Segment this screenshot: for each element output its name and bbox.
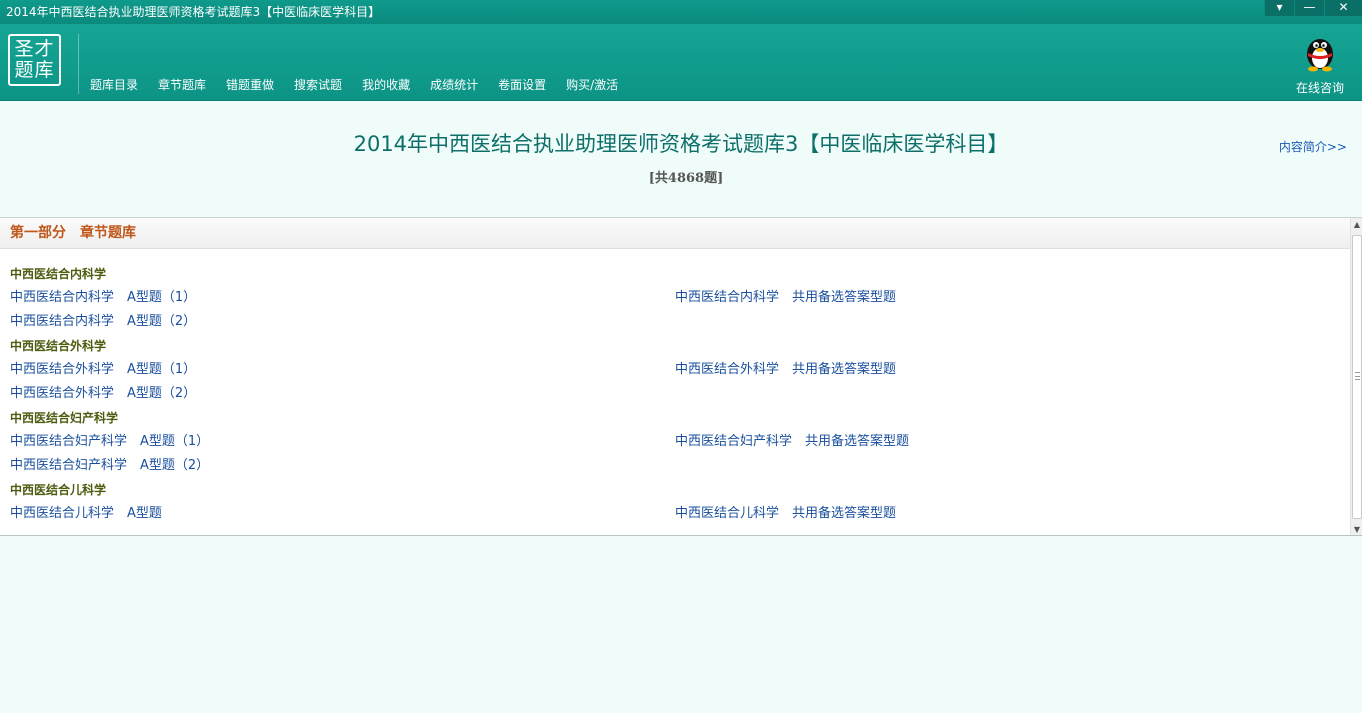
chapter-link[interactable]: 中西医结合外科学 共用备选答案型题 xyxy=(675,358,896,382)
main-toolbar: 圣才 题库 题库目录 章节题库 错题重做 搜索试题 我的收藏 成绩统计 卷面设置… xyxy=(0,24,1362,101)
close-button[interactable]: ✕ xyxy=(1324,0,1362,16)
chapter-link[interactable]: 中西医结合内科学 A型题（1） xyxy=(10,286,196,310)
section-name: 章节题库 xyxy=(80,225,136,241)
nav-item-chapters[interactable]: 章节题库 xyxy=(148,76,216,93)
chapter-link[interactable]: 中西医结合内科学 共用备选答案型题 xyxy=(675,286,896,310)
grip-icon xyxy=(1355,372,1360,380)
vertical-scrollbar[interactable]: ▲ ▼ xyxy=(1350,218,1362,535)
chapter-link[interactable]: 中西医结合儿科学 A型题 xyxy=(10,502,162,526)
chapter-list: 中西医结合内科学 中西医结合内科学 A型题（1） 中西医结合内科学 共用备选答案… xyxy=(10,262,1340,526)
window-controls: ▾ — ✕ xyxy=(1264,0,1362,16)
nav-item-settings[interactable]: 卷面设置 xyxy=(488,76,556,93)
scrollbar-thumb[interactable] xyxy=(1352,235,1362,519)
list-row: 中西医结合妇产科学 A型题（2） xyxy=(10,454,1340,478)
chapter-link[interactable]: 中西医结合内科学 A型题（2） xyxy=(10,310,196,334)
online-consult-label: 在线咨询 xyxy=(1295,81,1344,95)
list-row: 中西医结合外科学 A型题（1） 中西医结合外科学 共用备选答案型题 xyxy=(10,358,1340,382)
scroll-up-icon[interactable]: ▲ xyxy=(1351,218,1362,232)
category-heading: 中西医结合外科学 xyxy=(10,339,107,353)
section-header: 第一部分 章节题库 xyxy=(0,218,1350,249)
nav-item-statistics[interactable]: 成绩统计 xyxy=(420,76,488,93)
list-row: 中西医结合妇产科学 A型题（1） 中西医结合妇产科学 共用备选答案型题 xyxy=(10,430,1340,454)
list-row: 中西医结合内科学 A型题（2） xyxy=(10,310,1340,334)
page-title: 2014年中西医结合执业助理医师资格考试题库3【中医临床医学科目】 xyxy=(353,132,1009,156)
toolbar-divider xyxy=(78,34,79,94)
chapter-link[interactable]: 中西医结合儿科学 共用备选答案型题 xyxy=(675,502,896,526)
chapter-link[interactable]: 中西医结合外科学 A型题（1） xyxy=(10,358,196,382)
nav-item-search[interactable]: 搜索试题 xyxy=(284,76,352,93)
scroll-down-icon[interactable]: ▼ xyxy=(1351,523,1362,535)
list-row: 中西医结合外科学 A型题（2） xyxy=(10,382,1340,406)
list-row: 中西医结合儿科学 A型题 中西医结合儿科学 共用备选答案型题 xyxy=(10,502,1340,526)
window-title: 2014年中西医结合执业助理医师资格考试题库3【中医临床医学科目】 xyxy=(6,5,381,19)
chapter-list-panel: 第一部分 章节题库 中西医结合内科学 中西医结合内科学 A型题（1） 中西医结合内… xyxy=(0,217,1362,536)
minimize-button[interactable]: — xyxy=(1294,0,1324,16)
menu-dropdown-button[interactable]: ▾ xyxy=(1264,0,1294,16)
window-titlebar: 2014年中西医结合执业助理医师资格考试题库3【中医临床医学科目】 ▾ — ✕ xyxy=(0,0,1362,24)
nav-item-purchase[interactable]: 购买/激活 xyxy=(556,76,628,93)
nav-item-favorites[interactable]: 我的收藏 xyxy=(352,76,420,93)
nav-menu: 题库目录 章节题库 错题重做 搜索试题 我的收藏 成绩统计 卷面设置 购买/激活 xyxy=(80,76,628,93)
category-heading: 中西医结合儿科学 xyxy=(10,483,107,497)
chapter-link[interactable]: 中西医结合外科学 A型题（2） xyxy=(10,382,196,406)
app-logo: 圣才 题库 xyxy=(8,34,61,86)
page-header: 2014年中西医结合执业助理医师资格考试题库3【中医临床医学科目】 [共4868… xyxy=(0,101,1362,217)
chapter-link[interactable]: 中西医结合妇产科学 A型题（2） xyxy=(10,454,209,478)
logo-line-2: 题库 xyxy=(14,59,55,81)
qq-penguin-icon xyxy=(1307,39,1333,72)
section-part: 第一部分 xyxy=(10,225,66,241)
nav-item-catalog[interactable]: 题库目录 xyxy=(80,76,148,93)
chapter-link[interactable]: 中西医结合妇产科学 A型题（1） xyxy=(10,430,209,454)
logo-line-1: 圣才 xyxy=(14,38,55,60)
nav-item-redo-wrong[interactable]: 错题重做 xyxy=(216,76,284,93)
category-heading: 中西医结合妇产科学 xyxy=(10,411,119,425)
list-row: 中西医结合内科学 A型题（1） 中西医结合内科学 共用备选答案型题 xyxy=(10,286,1340,310)
chapter-link[interactable]: 中西医结合妇产科学 共用备选答案型题 xyxy=(675,430,909,454)
question-count: [共4868题] xyxy=(648,171,724,186)
category-heading: 中西医结合内科学 xyxy=(10,267,107,281)
online-consult-button[interactable]: 在线咨询 xyxy=(1292,32,1348,96)
intro-link[interactable]: 内容简介>> xyxy=(1279,138,1347,155)
